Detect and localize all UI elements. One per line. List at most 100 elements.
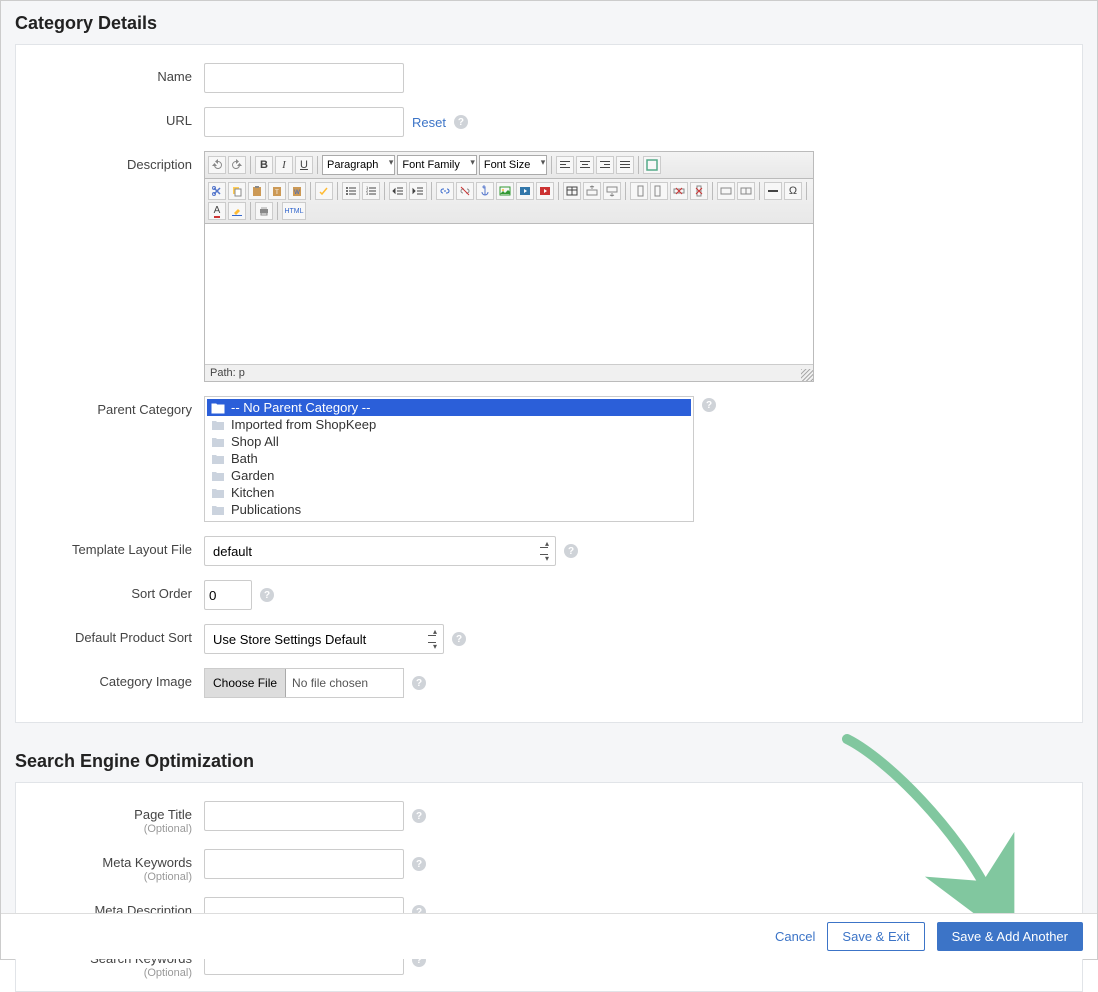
font-family-select[interactable]: Font Family [397,155,476,175]
svg-text:T: T [275,190,279,196]
folder-icon [211,470,225,482]
bg-color-icon[interactable] [228,202,246,220]
label-default-product-sort: Default Product Sort [34,624,204,645]
indent-icon[interactable] [409,182,427,200]
page-title-input[interactable] [204,801,404,831]
paste-word-icon[interactable]: W [288,182,306,200]
folder-icon [211,402,225,414]
meta-keywords-input[interactable] [204,849,404,879]
col-after-icon[interactable] [650,182,668,200]
cancel-button[interactable]: Cancel [775,929,815,944]
fullscreen-icon[interactable] [643,156,661,174]
label-parent-category: Parent Category [34,396,204,417]
save-exit-button[interactable]: Save & Exit [827,922,924,951]
help-icon: ? [260,588,274,602]
media-icon[interactable] [516,182,534,200]
label-template-layout: Template Layout File [34,536,204,557]
panel-seo: Page Title(Optional) ? Meta Keywords(Opt… [15,782,1083,992]
help-icon: ? [702,398,716,412]
section-category-details: Category Details Name URL Reset ? Descri… [1,1,1097,723]
help-icon: ? [412,676,426,690]
label-name: Name [34,63,204,84]
parent-category-list[interactable]: -- No Parent Category -- Imported from S… [204,396,694,522]
align-center-icon[interactable] [576,156,594,174]
choose-file-button[interactable]: Choose File [205,669,286,697]
split-icon[interactable] [737,182,755,200]
row-before-icon[interactable] [583,182,601,200]
category-item[interactable]: Publications [207,501,691,518]
help-icon: ? [412,857,426,871]
resize-handle-icon[interactable] [801,369,813,381]
html-icon[interactable]: HTML [282,202,306,220]
folder-icon [211,521,225,523]
align-justify-icon[interactable] [616,156,634,174]
folder-icon [211,436,225,448]
editor-toolbar-row2: T W 123 [205,179,813,224]
video-icon[interactable] [536,182,554,200]
svg-text:3: 3 [366,191,369,196]
paste-icon[interactable] [248,182,266,200]
unlink-icon[interactable] [456,182,474,200]
folder-icon [211,419,225,431]
category-item[interactable]: Utility [207,518,691,522]
label-meta-keywords: Meta Keywords(Optional) [34,849,204,883]
reset-link[interactable]: Reset [412,115,446,130]
category-item-no-parent[interactable]: -- No Parent Category -- [207,399,691,416]
help-icon: ? [452,632,466,646]
paragraph-select[interactable]: Paragraph [322,155,395,175]
file-status-text: No file chosen [286,676,368,690]
cut-icon[interactable] [208,182,226,200]
spellcheck-icon[interactable] [315,182,333,200]
paste-text-icon[interactable]: T [268,182,286,200]
outdent-icon[interactable] [389,182,407,200]
del-col-icon[interactable] [690,182,708,200]
bold-icon[interactable]: B [255,156,273,174]
table-icon[interactable] [563,182,581,200]
ul-icon[interactable] [342,182,360,200]
link-icon[interactable] [436,182,454,200]
category-item[interactable]: Bath [207,450,691,467]
redo-icon[interactable] [228,156,246,174]
section-title-category: Category Details [1,1,1097,44]
hr-icon[interactable] [764,182,782,200]
copy-icon[interactable] [228,182,246,200]
image-icon[interactable] [496,182,514,200]
underline-icon[interactable]: U [295,156,313,174]
align-right-icon[interactable] [596,156,614,174]
rich-text-editor: B I U Paragraph Font Family Font Size [204,151,814,382]
url-input[interactable] [204,107,404,137]
font-size-select[interactable]: Font Size [479,155,547,175]
print-icon[interactable] [255,202,273,220]
del-row-icon[interactable] [670,182,688,200]
description-textarea[interactable] [205,224,813,364]
save-add-another-button[interactable]: Save & Add Another [937,922,1083,951]
editor-path: Path: p [205,364,813,381]
folder-icon [211,487,225,499]
sort-order-input[interactable] [204,580,252,610]
svg-text:W: W [294,190,300,196]
align-left-icon[interactable] [556,156,574,174]
name-input[interactable] [204,63,404,93]
anchor-icon[interactable] [476,182,494,200]
category-item[interactable]: Imported from ShopKeep [207,416,691,433]
default-product-sort-select[interactable]: Use Store Settings Default [204,624,444,654]
undo-icon[interactable] [208,156,226,174]
merge-icon[interactable] [717,182,735,200]
editor-toolbar-row1: B I U Paragraph Font Family Font Size [205,152,813,179]
text-color-icon[interactable]: A [208,202,226,220]
template-layout-select[interactable]: default [204,536,556,566]
category-item[interactable]: Garden [207,467,691,484]
label-page-title: Page Title(Optional) [34,801,204,835]
footer-actions: Cancel Save & Exit Save & Add Another [1,913,1097,959]
help-icon: ? [412,809,426,823]
category-item[interactable]: Kitchen [207,484,691,501]
file-input-wrap[interactable]: Choose File No file chosen [204,668,404,698]
italic-icon[interactable]: I [275,156,293,174]
ol-icon[interactable]: 123 [362,182,380,200]
category-item[interactable]: Shop All [207,433,691,450]
special-char-icon[interactable]: Ω [784,182,802,200]
col-before-icon[interactable] [630,182,648,200]
row-after-icon[interactable] [603,182,621,200]
label-description: Description [34,151,204,172]
help-icon: ? [564,544,578,558]
